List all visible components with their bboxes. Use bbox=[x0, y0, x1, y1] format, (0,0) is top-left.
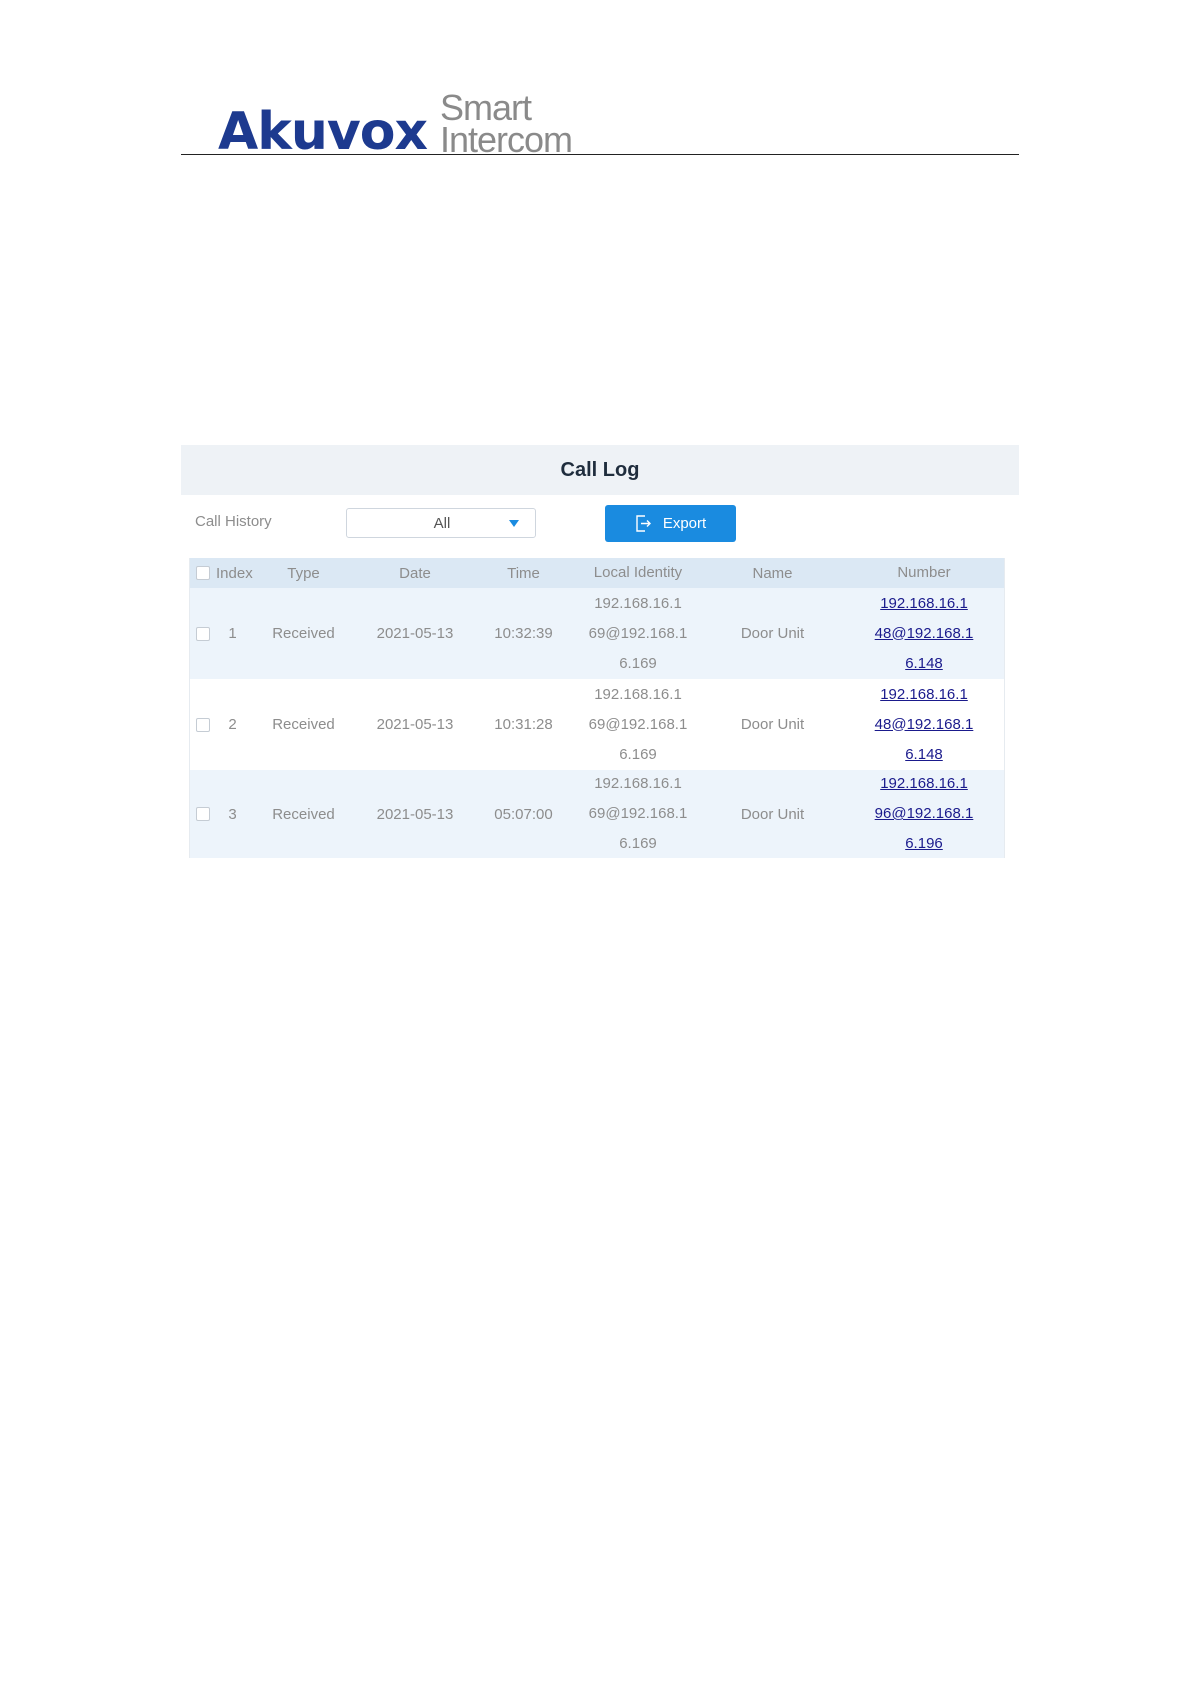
row-name: Door Unit bbox=[740, 716, 805, 733]
row-time: 10:31:28 bbox=[494, 716, 553, 733]
row-local-identity: 192.168.16.1 69@192.168.1 6.169 bbox=[575, 589, 701, 679]
logo-tagline: Smart Intercom bbox=[440, 90, 573, 160]
row-date: 2021-05-13 bbox=[376, 625, 454, 642]
number-link[interactable]: 6.148 bbox=[844, 649, 1004, 679]
table-row[interactable]: 3 Received 2021-05-13 05:07:00 192.168.1… bbox=[190, 770, 1004, 858]
row-local-identity: 192.168.16.1 69@192.168.1 6.169 bbox=[575, 769, 701, 859]
row-checkbox-cell bbox=[190, 807, 216, 821]
row-index: 1 bbox=[228, 625, 237, 642]
row-type: Received bbox=[272, 805, 335, 823]
logo-tagline-line2: Intercom bbox=[440, 119, 573, 160]
row-index: 3 bbox=[228, 805, 237, 823]
export-icon bbox=[636, 515, 651, 532]
row-checkbox-cell bbox=[190, 717, 216, 732]
column-header-number[interactable]: Number bbox=[844, 558, 1004, 588]
row-index: 2 bbox=[228, 716, 237, 733]
row-local-identity: 192.168.16.1 69@192.168.1 6.169 bbox=[575, 680, 701, 770]
number-link[interactable]: 192.168.16.1 bbox=[844, 769, 1004, 799]
row-date: 2021-05-13 bbox=[376, 805, 454, 823]
local-identity-line: 6.169 bbox=[619, 835, 657, 852]
row-number: 192.168.16.1 48@192.168.1 6.148 bbox=[844, 680, 1004, 770]
select-all-checkbox[interactable] bbox=[196, 566, 210, 580]
number-link[interactable]: 48@192.168.1 bbox=[844, 710, 1004, 740]
row-name: Door Unit bbox=[740, 805, 805, 823]
call-history-label: Call History bbox=[195, 513, 272, 530]
number-link[interactable]: 96@192.168.1 bbox=[844, 799, 1004, 829]
local-identity-line: 69@192.168.1 bbox=[588, 715, 688, 733]
call-history-select[interactable]: All bbox=[346, 508, 536, 538]
logo-brand-text: Akuvox bbox=[218, 102, 428, 162]
number-link[interactable]: 192.168.16.1 bbox=[844, 589, 1004, 619]
column-header-time[interactable]: Time bbox=[472, 565, 575, 582]
row-checkbox[interactable] bbox=[196, 807, 210, 821]
export-button[interactable]: Export bbox=[605, 505, 736, 542]
column-header-type[interactable]: Type bbox=[249, 565, 358, 582]
row-type: Received bbox=[272, 625, 335, 642]
local-identity-line: 6.169 bbox=[619, 745, 657, 763]
table-row[interactable]: 2 Received 2021-05-13 10:31:28 192.168.1… bbox=[190, 679, 1004, 770]
row-type: Received bbox=[272, 716, 335, 733]
row-name: Door Unit bbox=[740, 625, 805, 642]
local-identity-line: 192.168.16.1 bbox=[594, 775, 682, 792]
select-all-cell bbox=[190, 566, 216, 580]
chevron-down-icon bbox=[509, 520, 519, 527]
number-link[interactable]: 6.196 bbox=[844, 829, 1004, 859]
number-link[interactable]: 192.168.16.1 bbox=[844, 680, 1004, 710]
akuvox-logo: Akuvox Smart Intercom bbox=[218, 88, 578, 162]
page-title: Call Log bbox=[560, 458, 640, 481]
number-link[interactable]: 6.148 bbox=[844, 740, 1004, 770]
column-header-index[interactable]: Index bbox=[216, 565, 253, 582]
row-time: 10:32:39 bbox=[494, 625, 553, 642]
local-identity-line: 69@192.168.1 bbox=[588, 805, 688, 822]
local-identity-line: 192.168.16.1 bbox=[594, 685, 682, 703]
row-checkbox-cell bbox=[190, 626, 216, 641]
column-header-local-identity[interactable]: Local Identity bbox=[575, 558, 701, 588]
local-identity-line: 192.168.16.1 bbox=[594, 594, 682, 612]
row-time: 05:07:00 bbox=[494, 805, 553, 823]
table-row[interactable]: 1 Received 2021-05-13 10:32:39 192.168.1… bbox=[190, 588, 1004, 679]
row-number: 192.168.16.1 96@192.168.1 6.196 bbox=[844, 769, 1004, 859]
export-button-label: Export bbox=[662, 515, 707, 532]
number-link[interactable]: 48@192.168.1 bbox=[844, 619, 1004, 649]
column-header-date[interactable]: Date bbox=[358, 565, 472, 582]
row-date: 2021-05-13 bbox=[376, 716, 454, 733]
panel-title-bar: Call Log bbox=[181, 445, 1019, 495]
row-checkbox[interactable] bbox=[196, 626, 210, 641]
local-identity-line: 69@192.168.1 bbox=[588, 624, 688, 642]
local-identity-line: 6.169 bbox=[619, 654, 657, 672]
table-header: Index Type Date Time Local Identity Name… bbox=[190, 558, 1004, 588]
column-header-name[interactable]: Name bbox=[701, 565, 844, 582]
call-log-table: Index Type Date Time Local Identity Name… bbox=[189, 558, 1005, 858]
header-divider bbox=[181, 154, 1019, 155]
row-number: 192.168.16.1 48@192.168.1 6.148 bbox=[844, 589, 1004, 679]
row-checkbox[interactable] bbox=[196, 717, 210, 732]
